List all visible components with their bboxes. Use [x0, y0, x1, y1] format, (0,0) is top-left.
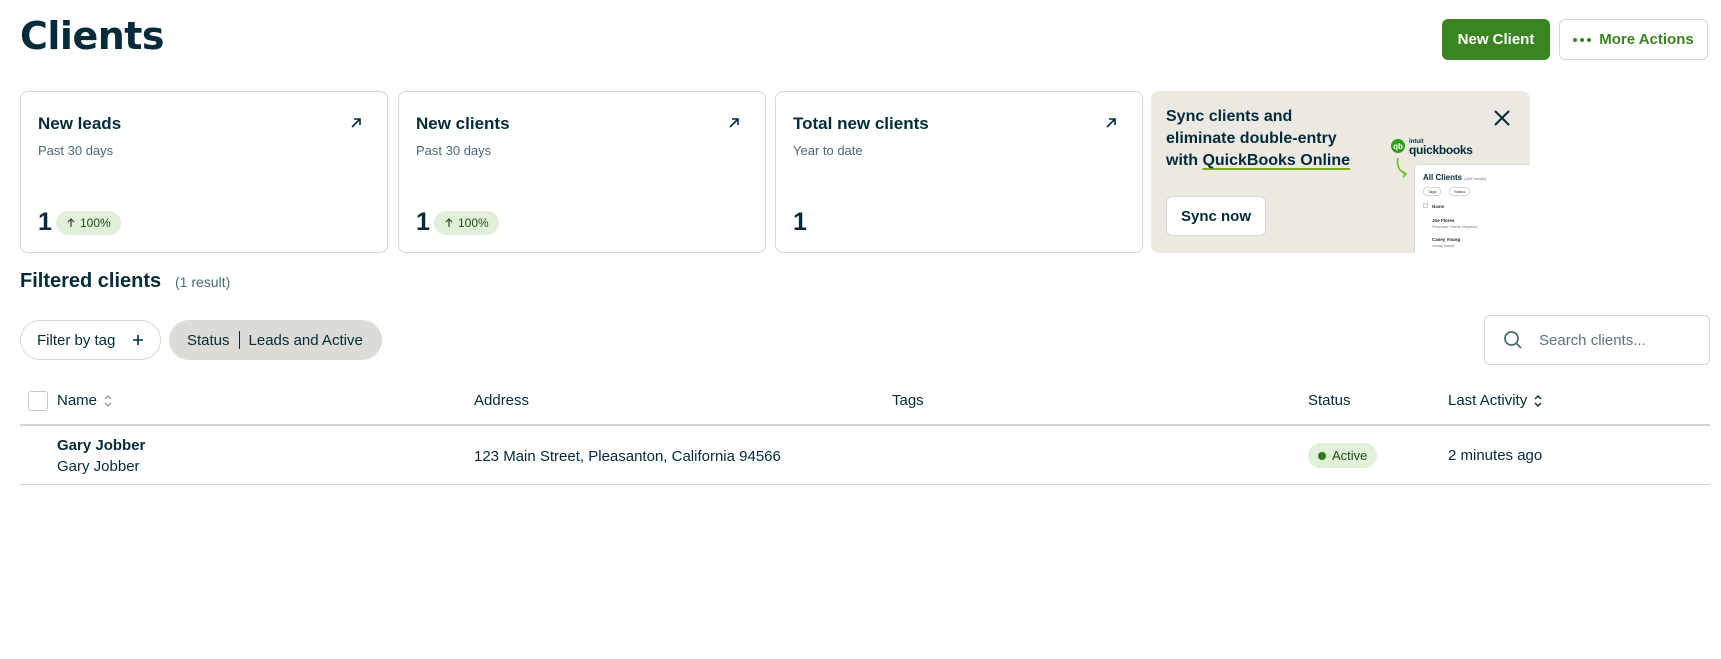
card-title: Total new clients: [793, 114, 929, 133]
preview-status-pill: Status: [1449, 187, 1471, 196]
new-client-button[interactable]: New Client: [1442, 19, 1550, 60]
column-header-last-activity[interactable]: Last Activity: [1448, 392, 1543, 409]
card-new-leads[interactable]: New leads Past 30 days 1 100%: [20, 91, 388, 253]
client-company: Gary Jobber: [57, 458, 140, 475]
trend-badge: 100%: [434, 211, 499, 235]
arrow-up-icon: [67, 218, 75, 227]
card-subtitle: Past 30 days: [38, 143, 114, 158]
select-all-checkbox[interactable]: [28, 391, 48, 411]
card-value: 1: [38, 208, 52, 236]
card-total-new-clients[interactable]: Total new clients Year to date 1: [775, 91, 1143, 253]
client-name[interactable]: Gary Jobber: [57, 437, 145, 454]
card-value: 1: [416, 208, 430, 236]
status-badge: Active: [1308, 443, 1378, 468]
card-subtitle: Past 30 days: [416, 143, 492, 158]
status-filter-key: Status: [187, 331, 230, 349]
column-header-tags: Tags: [892, 392, 924, 409]
table-header-divider: [20, 424, 1710, 426]
preview-header: Name: [1423, 203, 1444, 209]
plus-icon: [133, 335, 143, 345]
quickbooks-link[interactable]: QuickBooks Online: [1202, 152, 1350, 169]
status-filter-chip[interactable]: Status Leads and Active: [169, 320, 382, 360]
trend-value: 100%: [80, 216, 111, 230]
client-address: 123 Main Street, Pleasanton, California …: [474, 448, 781, 465]
card-title: New leads: [38, 114, 122, 133]
more-actions-button[interactable]: More Actions: [1559, 19, 1708, 60]
status-filter-value: Leads and Active: [248, 331, 363, 349]
promo-text: Sync clients and eliminate double-entry …: [1166, 106, 1366, 172]
section-title: Filtered clients: [20, 270, 162, 292]
sync-now-button[interactable]: Sync now: [1166, 196, 1266, 236]
arrow-up-right-icon[interactable]: [1104, 116, 1118, 130]
status-label: Active: [1332, 448, 1368, 463]
status-dot-icon: [1318, 451, 1326, 460]
quickbooks-promo: Sync clients and eliminate double-entry …: [1151, 91, 1530, 253]
column-header-status: Status: [1308, 392, 1351, 409]
table-row-divider: [20, 484, 1710, 485]
card-subtitle: Year to date: [793, 143, 863, 158]
arrow-up-right-icon[interactable]: [727, 116, 741, 130]
preview-screenshot: All Clients (320 results) Tags Status Nam…: [1415, 165, 1530, 253]
last-activity: 2 minutes ago: [1448, 447, 1543, 464]
sort-icon: [104, 394, 112, 407]
trend-badge: 100%: [56, 211, 121, 235]
search-box[interactable]: [1484, 315, 1710, 365]
column-header-name-label: Name: [57, 392, 98, 409]
more-actions-label: More Actions: [1599, 31, 1694, 48]
search-icon: [1504, 331, 1522, 349]
qb-name-text: quickbooks: [1409, 143, 1473, 157]
column-header-address: Address: [474, 392, 530, 409]
filter-by-tag-label: Filter by tag: [37, 331, 116, 349]
trend-value: 100%: [458, 216, 489, 230]
search-input[interactable]: [1539, 331, 1689, 349]
quickbooks-logo: qb intuit quickbooks: [1391, 138, 1473, 157]
column-header-last-activity-label: Last Activity: [1448, 392, 1528, 409]
preview-title: All Clients (320 results): [1423, 173, 1487, 182]
card-title: New clients: [416, 114, 510, 133]
page-title: Clients: [20, 14, 165, 58]
qb-circle-icon: qb: [1391, 139, 1405, 153]
sort-icon: [1534, 394, 1542, 407]
close-icon[interactable]: [1493, 109, 1511, 127]
column-header-name[interactable]: Name: [57, 392, 113, 409]
preview-row: Casey Young Vanity Install: [1432, 237, 1461, 248]
result-count: (1 result): [175, 274, 231, 290]
curved-arrow-icon: [1396, 157, 1408, 178]
filter-by-tag-button[interactable]: Filter by tag: [20, 320, 161, 360]
preview-row: Joe Flores Flowmax: Home Dispatch: [1432, 218, 1478, 229]
chip-divider: [238, 331, 240, 349]
more-dots-icon: [1573, 37, 1592, 42]
card-value: 1: [793, 208, 807, 236]
arrow-up-right-icon[interactable]: [349, 116, 363, 130]
card-new-clients[interactable]: New clients Past 30 days 1 100%: [398, 91, 766, 253]
arrow-up-icon: [445, 218, 453, 227]
preview-tags-pill: Tags: [1423, 187, 1442, 196]
